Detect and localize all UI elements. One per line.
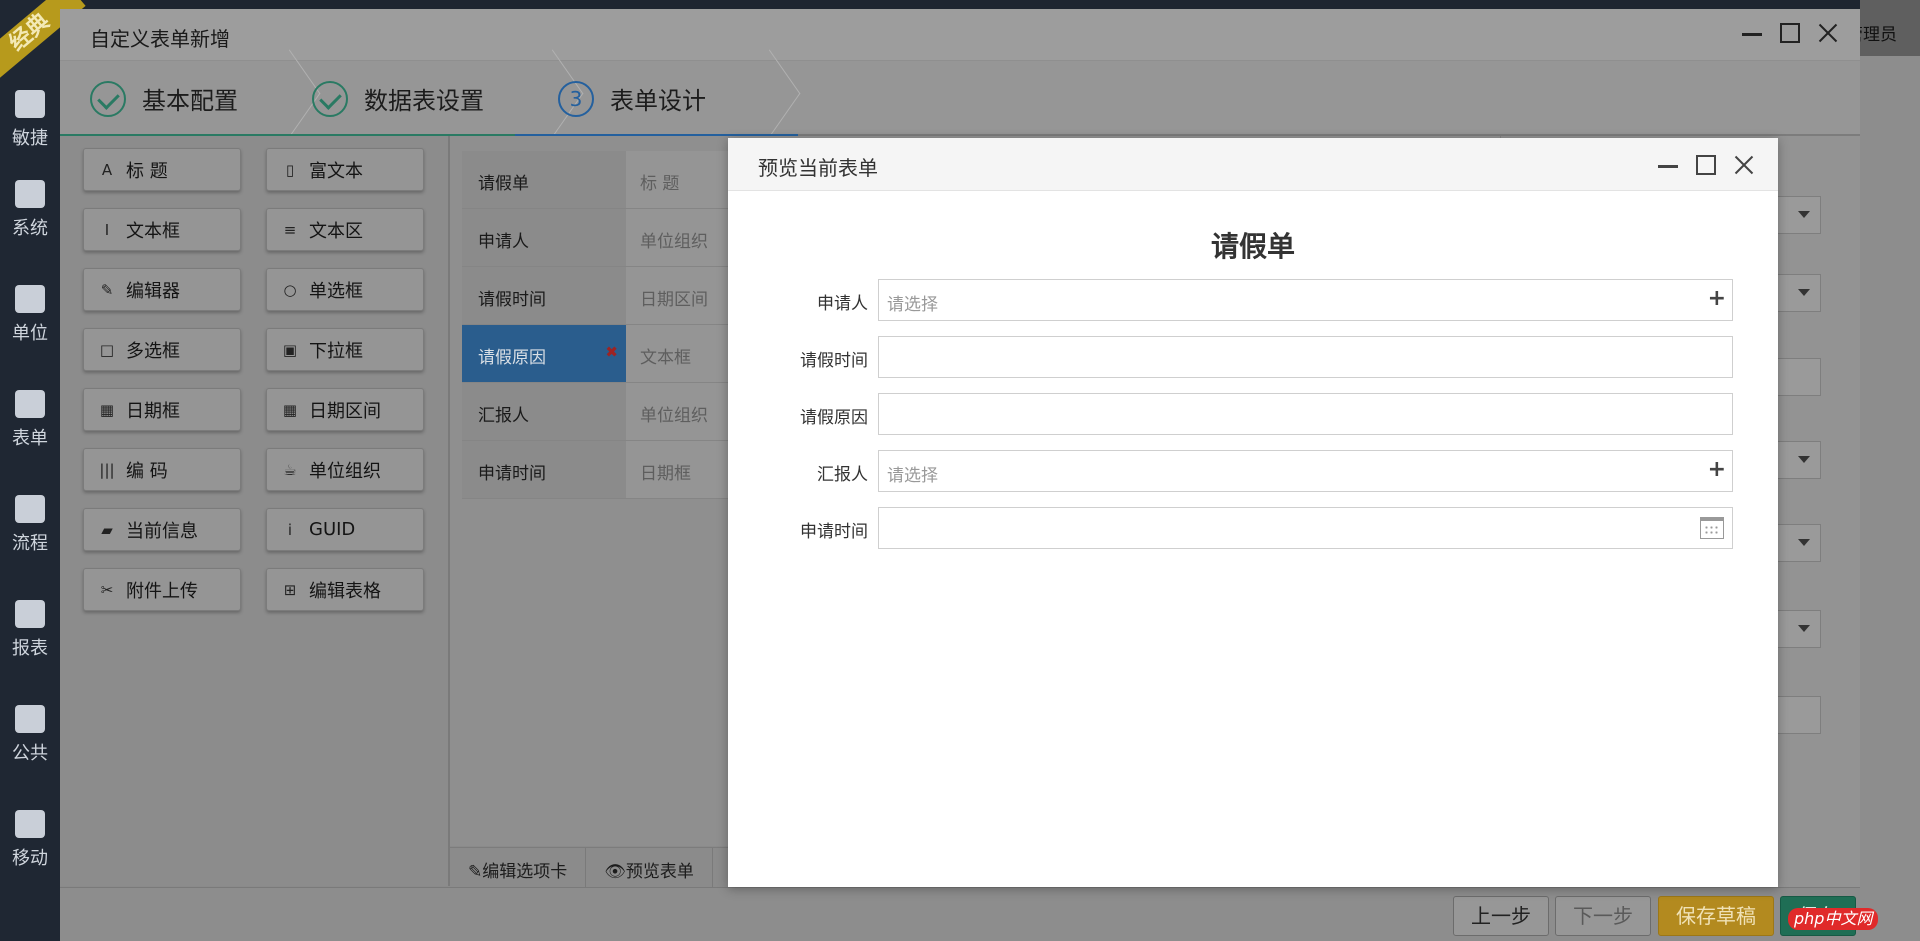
nav-item-agile[interactable]: 敏捷: [0, 90, 60, 150]
field-row[interactable]: 汇报人 单位组织: [462, 383, 730, 441]
step-form-design[interactable]: 3 表单设计: [558, 61, 706, 136]
nav-item-report[interactable]: 报表: [0, 600, 60, 660]
monitor-icon: [15, 180, 45, 208]
chevron-down-icon: [1798, 456, 1810, 463]
calendar-icon[interactable]: [1700, 517, 1724, 539]
step-table-settings[interactable]: 数据表设置: [312, 61, 484, 136]
palette-daterange[interactable]: ▦ 日期区间: [266, 388, 424, 431]
maximize-icon[interactable]: [1696, 155, 1716, 175]
wizard-steps: 基本配置 数据表设置 3 表单设计: [60, 61, 1860, 137]
grid-icon: [15, 390, 45, 418]
step-basic-config[interactable]: 基本配置: [90, 61, 238, 136]
step-separator: [275, 61, 295, 136]
nav-item-system[interactable]: 系统: [0, 180, 60, 240]
globe-icon: [15, 705, 45, 733]
field-label: 请假原因: [800, 408, 868, 428]
palette-select[interactable]: ▣ 下拉框: [266, 328, 424, 371]
palette-richtext[interactable]: ▯ 富文本: [266, 148, 424, 191]
palette-title[interactable]: A标 题: [83, 148, 241, 191]
form-row-leave-reason: 请假原因: [728, 393, 1778, 435]
palette-code[interactable]: ||| 编 码: [83, 448, 241, 491]
step-number: 3: [558, 80, 594, 117]
nav-item-mobile[interactable]: 移动: [0, 810, 60, 870]
maximize-icon[interactable]: [1780, 23, 1800, 43]
close-icon[interactable]: [1732, 153, 1756, 177]
minimize-icon[interactable]: [1740, 21, 1764, 45]
palette-radio[interactable]: ○ 单选框: [266, 268, 424, 311]
preview-form-dialog: 预览当前表单 请假单 申请人 请选择 + 请假时间 请假原因 汇报人 请选择 + 申…: [728, 138, 1778, 887]
field-label: 汇报人: [817, 465, 868, 485]
close-icon[interactable]: [1816, 21, 1840, 45]
palette-current-info[interactable]: ▰ 当前信息: [83, 508, 241, 551]
plus-icon[interactable]: +: [1708, 287, 1726, 311]
nav-item-form[interactable]: 表单: [0, 390, 60, 450]
app-sidebar: 经典 敏捷 系统 单位 表单 流程 报表 公共 移动: [0, 0, 86, 941]
check-circle-icon: [90, 80, 126, 117]
palette-checkbox[interactable]: □ 多选框: [83, 328, 241, 371]
preview-titlebar: 预览当前表单: [728, 138, 1778, 191]
chevron-down-icon: [1798, 289, 1810, 296]
field-row-selected[interactable]: 请假原因 ✖ 文本框: [462, 325, 730, 383]
chevron-down-icon: [1798, 211, 1810, 218]
chevron-down-icon: [1798, 539, 1810, 546]
form-row-applicant: 申请人 请选择 +: [728, 279, 1778, 321]
field-row[interactable]: 请假时间 日期区间: [462, 267, 730, 325]
nav-item-public[interactable]: 公共: [0, 705, 60, 765]
chart-icon: [15, 600, 45, 628]
eye-icon: 👁: [604, 861, 626, 882]
delete-icon[interactable]: ✖: [605, 343, 618, 361]
preview-window-buttons: [1656, 153, 1756, 177]
minimize-icon[interactable]: [1656, 153, 1680, 177]
prev-step-button[interactable]: 上一步: [1453, 896, 1549, 936]
dialog-footer: 上一步 下一步 保存草稿 保存: [60, 887, 1860, 941]
edit-icon: ✎: [468, 861, 483, 882]
flow-icon: [15, 495, 45, 523]
field-row[interactable]: 申请人 单位组织: [462, 209, 730, 267]
android-icon: [15, 810, 45, 838]
plane-icon: [15, 90, 45, 118]
dialog-title: 自定义表单新增: [90, 27, 230, 51]
field-label: 申请时间: [800, 522, 868, 542]
applicant-picker[interactable]: 请选择 +: [878, 279, 1733, 321]
palette-textbox[interactable]: I 文本框: [83, 208, 241, 251]
reporter-picker[interactable]: 请选择 +: [878, 450, 1733, 492]
laptop-icon: [15, 285, 45, 313]
form-row-reporter: 汇报人 请选择 +: [728, 450, 1778, 492]
check-circle-icon: [312, 80, 348, 117]
step-separator: [538, 61, 558, 136]
plus-icon[interactable]: +: [1708, 458, 1726, 482]
palette-textarea[interactable]: ≡ 文本区: [266, 208, 424, 251]
field-list: 请假单标 题 申请人 单位组织 请假时间 日期区间 请假原因 ✖ 文本框 汇报人 单位组织…: [450, 136, 730, 846]
nav-item-unit[interactable]: 单位: [0, 285, 60, 345]
palette-attachment[interactable]: ✂ 附件上传: [83, 568, 241, 611]
next-step-button[interactable]: 下一步: [1555, 896, 1651, 936]
form-title: 请假单: [1210, 230, 1295, 263]
palette-org[interactable]: ☕ 单位组织: [266, 448, 424, 491]
leave-time-input[interactable]: [878, 336, 1733, 378]
nav-item-flow[interactable]: 流程: [0, 495, 60, 555]
form-row-leave-time: 请假时间: [728, 336, 1778, 378]
control-palette: A标 题 ▯ 富文本 I 文本框 ≡ 文本区 ✎ 编辑器 ○ 单选框 □ 多选框 ▣ 下拉框 …: [60, 136, 450, 886]
preview-title: 预览当前表单: [758, 156, 878, 180]
field-label: 申请人: [817, 294, 868, 314]
watermark-logo: php中文网: [1788, 908, 1879, 930]
palette-editor[interactable]: ✎ 编辑器: [83, 268, 241, 311]
field-row[interactable]: 申请时间 日期框: [462, 441, 730, 499]
save-draft-button[interactable]: 保存草稿: [1658, 896, 1774, 936]
palette-guid[interactable]: i GUID: [266, 508, 424, 551]
palette-date[interactable]: ▦ 日期框: [83, 388, 241, 431]
leave-reason-input[interactable]: [878, 393, 1733, 435]
form-row-apply-time: 申请时间: [728, 507, 1778, 549]
dialog-titlebar: 自定义表单新增: [60, 9, 1860, 61]
dialog-window-buttons: [1740, 21, 1840, 45]
palette-edit-table[interactable]: ⊞ 编辑表格: [266, 568, 424, 611]
app-right-panel: [1860, 0, 1920, 941]
apply-time-input[interactable]: [878, 507, 1733, 549]
field-label: 请假时间: [800, 351, 868, 371]
field-row[interactable]: 请假单标 题: [462, 151, 730, 209]
step-separator: [755, 61, 775, 136]
chevron-down-icon: [1798, 625, 1810, 632]
